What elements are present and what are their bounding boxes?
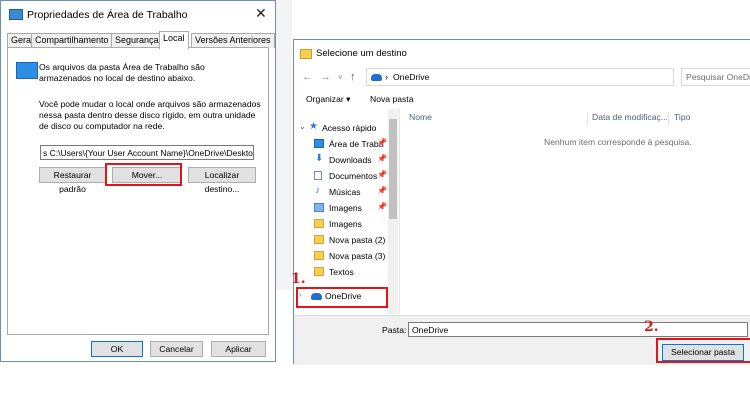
nav-item-folder-nova-pasta-3[interactable]: Nova pasta (3) [294, 248, 388, 264]
path-input[interactable]: s C:\Users\{Your User Account Name}\OneD… [40, 145, 254, 160]
nav-item-desktop[interactable]: Área de Traba 📌 [294, 136, 388, 152]
pin-icon: 📌 [377, 154, 387, 163]
folder-icon [314, 267, 324, 276]
folder-label: Pasta: [382, 325, 407, 335]
download-arrow-icon: ⬇ [315, 153, 324, 164]
properties-dialog: Propriedades de Área de Trabalho ✕ Geral… [0, 0, 276, 362]
folder-icon [16, 62, 38, 79]
nav-item-folder-imagens[interactable]: Imagens [294, 216, 388, 232]
pictures-icon [314, 203, 324, 212]
chevron-down-icon[interactable]: ˅ [338, 73, 343, 82]
onedrive-highlight [296, 287, 388, 308]
column-divider [587, 112, 588, 126]
column-header-date[interactable]: Data de modificaç... [592, 112, 668, 126]
location-panel: Os arquivos da pasta Área de Trabalho sã… [7, 47, 269, 335]
pin-icon: 📌 [377, 170, 387, 179]
navigation-pane: ⌄ ★ Acesso rápido Área de Traba 📌 ⬇ Down… [294, 109, 400, 314]
pin-icon: 📌 [377, 202, 387, 211]
music-note-icon: ♪ [315, 185, 320, 196]
tab-security[interactable]: Segurança [111, 33, 163, 48]
nav-item-label: Imagens [329, 203, 362, 213]
organize-menu[interactable]: Organizar ▾ [306, 94, 350, 105]
nav-item-downloads[interactable]: ⬇ Downloads 📌 [294, 152, 388, 168]
select-folder-highlight [656, 338, 750, 363]
command-bar: Organizar ▾ Nova pasta [294, 89, 750, 109]
nav-item-label: Nova pasta (3) [329, 251, 386, 261]
nav-item-label: Músicas [329, 187, 361, 197]
breadcrumb[interactable]: OneDrive [393, 72, 429, 82]
step-one-label: 1. [291, 271, 306, 287]
background-window [276, 0, 292, 290]
pin-icon: 📌 [377, 138, 387, 147]
search-input[interactable]: Pesquisar OneDrive [681, 68, 750, 86]
new-folder-button[interactable]: Nova pasta [370, 94, 413, 104]
nav-item-label: Acesso rápido [322, 123, 377, 133]
back-arrow-icon[interactable]: ← [302, 71, 313, 83]
tab-location[interactable]: Local [159, 31, 189, 49]
pin-icon: 📌 [377, 186, 387, 195]
column-header-type[interactable]: Tipo [674, 112, 690, 126]
nav-scrollbar[interactable] [388, 109, 398, 314]
locate-target-button[interactable]: Localizar destino... [188, 167, 256, 194]
dialog-title: Propriedades de Área de Trabalho [27, 9, 188, 21]
step-two-label: 2. [644, 319, 659, 335]
folder-icon [314, 219, 324, 228]
restore-default-button[interactable]: Restaurar padrão [39, 167, 106, 194]
nav-item-label: Imagens [329, 219, 362, 229]
nav-item-folder-textos[interactable]: Textos [294, 264, 388, 280]
desktop-icon [314, 139, 324, 148]
folder-input[interactable]: OneDrive [408, 322, 748, 337]
column-divider [668, 112, 669, 126]
empty-message: Nenhum item corresponde à pesquisa. [544, 137, 692, 147]
nav-item-label: Downloads [329, 155, 372, 165]
move-highlight [105, 163, 182, 186]
cancel-button[interactable]: Cancelar [150, 341, 203, 357]
nav-item-label: Textos [329, 267, 354, 277]
navigation-bar: ← → ˅ ↑ › OneDrive Pesquisar OneDrive [294, 65, 750, 89]
nav-item-documents[interactable]: Documentos 📌 [294, 168, 388, 184]
nav-item-pictures[interactable]: Imagens 📌 [294, 200, 388, 216]
document-icon [314, 171, 322, 180]
apply-button[interactable]: Aplicar [211, 341, 266, 357]
chevron-down-icon[interactable]: ⌄ [299, 122, 306, 131]
ok-button[interactable]: OK [91, 341, 143, 357]
tab-previous-versions[interactable]: Versões Anteriores [191, 33, 275, 48]
address-bar[interactable]: › OneDrive [366, 68, 674, 86]
nav-item-label: Documentos [329, 171, 378, 181]
desktop-folder-icon [9, 9, 23, 20]
nav-item-label: Área de Traba [329, 139, 384, 149]
column-header-name[interactable]: Nome [409, 112, 432, 126]
tab-sharing[interactable]: Compartilhamento [31, 33, 113, 48]
scrollbar-thumb[interactable] [389, 119, 397, 219]
title-bar: Propriedades de Área de Trabalho ✕ [1, 1, 275, 29]
nav-item-folder-nova-pasta-2[interactable]: Nova pasta (2) [294, 232, 388, 248]
folder-icon [314, 251, 324, 260]
up-arrow-icon[interactable]: ↑ [350, 71, 356, 83]
onedrive-icon [371, 74, 382, 81]
breadcrumb-separator: › [385, 72, 388, 82]
forward-arrow-icon[interactable]: → [320, 71, 331, 83]
dialog-title: Selecione um destino [316, 48, 407, 59]
nav-item-music[interactable]: ♪ Músicas 📌 [294, 184, 388, 200]
select-destination-dialog: Selecione um destino ← → ˅ ↑ › OneDrive … [293, 39, 750, 365]
nav-item-label: Nova pasta (2) [329, 235, 386, 245]
instruction-text: Você pode mudar o local onde arquivos sã… [39, 99, 261, 131]
folder-icon [300, 49, 312, 59]
folder-icon [314, 235, 324, 244]
description-text: Os arquivos da pasta Área de Trabalho sã… [39, 62, 205, 83]
close-icon[interactable]: ✕ [255, 5, 267, 22]
nav-item-quick-access[interactable]: ⌄ ★ Acesso rápido [294, 120, 388, 136]
star-icon: ★ [309, 121, 318, 132]
